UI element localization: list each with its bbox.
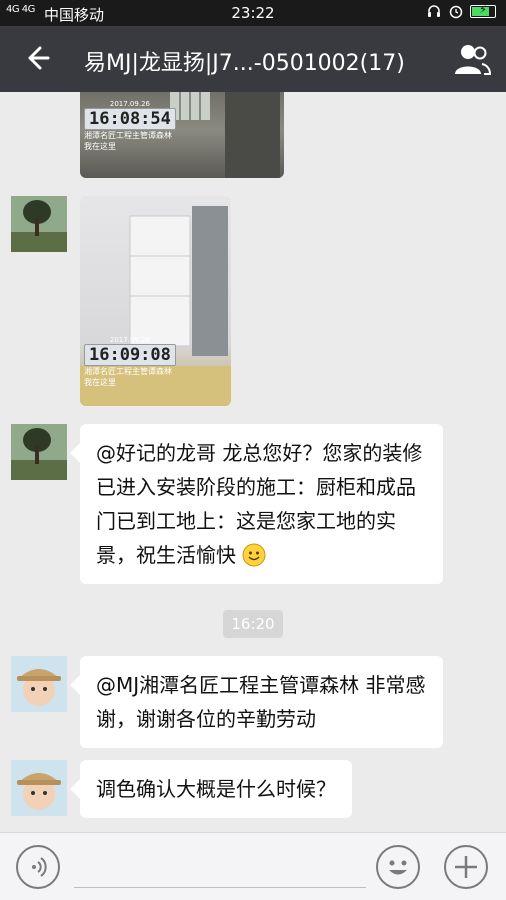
message-text: 调色确认大概是什么时候？ [96,777,336,801]
photo-location: 我在这里 [84,142,116,151]
text-message[interactable]: @MJ湘潭名匠工程主管谭森林 非常感谢，谢谢各位的辛勤劳动 [80,656,443,748]
message-list[interactable]: 2017.09.26 16:08:54 湘潭名匠工程主管谭森林 我在这里 201… [0,92,506,832]
back-arrow-icon[interactable] [18,40,54,76]
text-message[interactable]: 调色确认大概是什么时候？ [80,760,352,818]
emoji-icon [389,860,407,875]
image-message[interactable]: 2017.09.26 16:09:08 湘潭名匠工程主管谭森林 我在这里 [80,196,231,406]
avatar-baby-image [11,656,67,712]
more-button[interactable] [444,845,488,889]
photo-date: 2017.09.26 [109,100,150,108]
sender-avatar[interactable] [11,760,67,816]
input-bar [0,832,506,900]
time-separator: 16:20 [223,610,283,638]
sender-avatar[interactable] [11,424,67,480]
chat-title: 易MJ|龙显扬|J7...-0501002(17) [84,51,405,76]
message-input[interactable] [74,887,366,888]
status-bar: 4G 4G 中国移动 23:22 ⚡ [0,0,506,26]
sender-avatar[interactable] [11,656,67,712]
emoji-button[interactable] [376,845,420,889]
text-message[interactable]: @好记的龙哥 龙总您好？您家的装修已进入安装阶段的施工：厨柜和成品门已到工地上：… [80,424,443,584]
sender-avatar[interactable] [11,196,67,252]
headset-icon [428,5,440,17]
image-message[interactable]: 2017.09.26 16:08:54 湘潭名匠工程主管谭森林 我在这里 [80,92,284,178]
photo-time: 16:08:54 [84,108,176,130]
photo-caption: 湘潭名匠工程主管谭森林 [84,131,172,140]
voice-button[interactable] [16,845,60,889]
photo-time: 16:09:08 [84,344,176,366]
avatar-tree-image [11,196,67,252]
photo-date: 2017.09.26 [109,336,150,344]
plus-icon [455,856,477,878]
photo-caption: 湘潭名匠工程主管谭森林 [84,367,172,376]
chat-header: 易MJ|龙显扬|J7...-0501002(17) [0,26,506,92]
battery-icon: ⚡ [470,3,496,18]
photo-location: 我在这里 [84,378,116,387]
voice-icon [32,857,47,877]
alarm-icon [449,5,463,19]
message-text: @MJ湘潭名匠工程主管谭森林 非常感谢，谢谢各位的辛勤劳动 [96,673,426,731]
smile-emoji-icon [242,543,266,567]
avatar-baby-image [11,760,67,816]
avatar-tree-image [11,424,67,480]
group-members-icon[interactable] [452,42,492,76]
